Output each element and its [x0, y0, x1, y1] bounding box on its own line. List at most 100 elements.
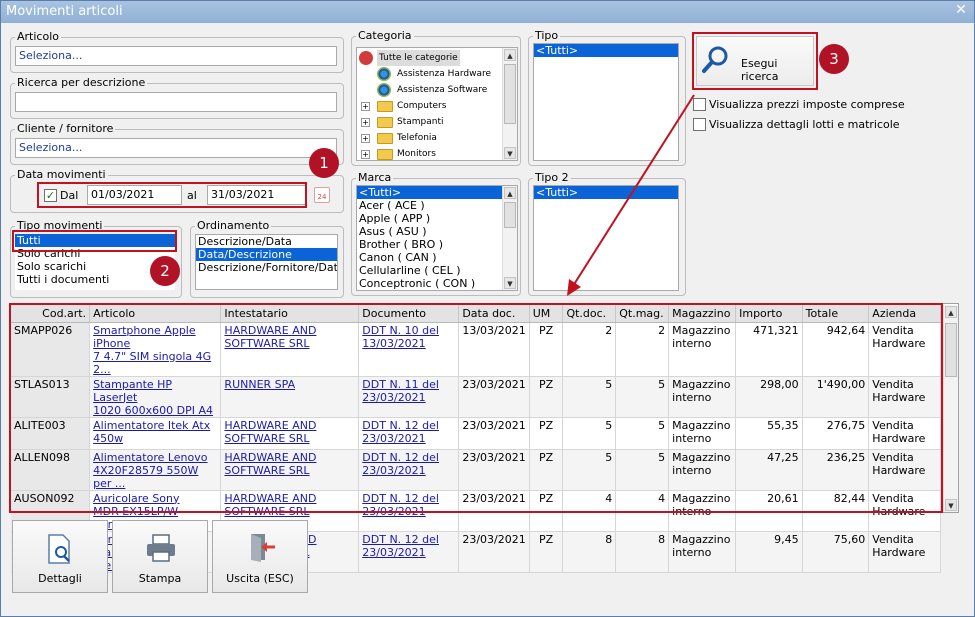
- categoria-tree[interactable]: Tutte le categorie Assistenza Hardware A…: [356, 47, 518, 161]
- prezzi-label: Visualizza prezzi imposte comprese: [709, 98, 905, 111]
- calendar-icon[interactable]: 24: [314, 187, 330, 203]
- scroll-thumb[interactable]: [504, 64, 516, 124]
- cliente-label: Cliente / fornitore: [15, 122, 116, 135]
- table-cell: 75,60: [802, 531, 870, 573]
- ordinamento-item[interactable]: Data/Descrizione: [196, 248, 337, 261]
- table-cell: 8: [615, 531, 670, 573]
- tipo-item[interactable]: <Tutti>: [534, 44, 678, 57]
- table-cell: Vendita Hardware: [868, 531, 941, 573]
- marca-item[interactable]: Cellularline ( CEL ): [357, 264, 517, 277]
- badge-2: 2: [150, 256, 180, 286]
- cell-text: Vendita: [872, 532, 914, 546]
- movimenti-window: Movimenti articoli ✕ Articolo Seleziona.…: [0, 0, 975, 617]
- folder-icon: [377, 117, 393, 128]
- highlight-box-grid: [9, 303, 943, 513]
- esegui-ricerca-button[interactable]: Esegui ricerca: [696, 36, 814, 86]
- expand-icon[interactable]: +: [361, 150, 370, 159]
- folder-icon: [377, 133, 393, 144]
- marca-item[interactable]: Conceptronic ( CON ): [357, 277, 517, 290]
- grid-scrollbar[interactable]: ▲ ▼: [943, 305, 958, 512]
- stampa-label: Stampa: [138, 572, 182, 585]
- exit-door-icon: [251, 534, 275, 562]
- folder-icon: [377, 149, 393, 160]
- cell-text: Hardware: [872, 545, 926, 559]
- category-gear-icon: [377, 67, 391, 81]
- badge-3: 3: [819, 44, 849, 74]
- articolo-group: Articolo Seleziona...: [10, 30, 344, 73]
- scroll-thumb[interactable]: [945, 323, 957, 377]
- marca-label: Marca: [356, 171, 394, 184]
- dettagli-button[interactable]: Dettagli: [12, 520, 108, 593]
- cell-text: 75,60: [833, 532, 866, 546]
- marca-item[interactable]: <Tutti>: [357, 186, 517, 199]
- highlight-box-1: [37, 182, 307, 208]
- categoria-scrollbar[interactable]: ▲ ▼: [502, 48, 517, 160]
- table-cell[interactable]: DDT N. 12 del 23/03/2021: [358, 531, 460, 573]
- cell-text: 23/03/2021: [462, 532, 526, 546]
- table-cell: 8: [562, 531, 617, 573]
- ricerca-input[interactable]: [15, 92, 337, 112]
- articolo-field[interactable]: Seleziona...: [15, 46, 337, 66]
- table-cell: 23/03/2021: [458, 531, 530, 573]
- marca-list[interactable]: <Tutti> Acer ( ACE ) Apple ( APP ) Asus …: [356, 185, 518, 291]
- scroll-down-icon[interactable]: ▼: [504, 147, 516, 159]
- category-gear-icon: [377, 83, 391, 97]
- articolo-label: Articolo: [15, 30, 61, 43]
- ordinamento-list[interactable]: Descrizione/Data Data/Descrizione Descri…: [195, 234, 338, 290]
- cell-text: PZ: [539, 532, 554, 546]
- cell-link[interactable]: DDT N. 12 del: [362, 533, 439, 546]
- ricerca-label: Ricerca per descrizione: [15, 76, 148, 89]
- search-icon: [702, 46, 728, 73]
- expand-icon[interactable]: +: [361, 102, 370, 111]
- marca-item[interactable]: Apple ( APP ): [357, 212, 517, 225]
- marca-item[interactable]: Canon ( CAN ): [357, 251, 517, 264]
- marca-scrollbar[interactable]: ▲ ▼: [502, 186, 517, 290]
- table-cell: PZ: [529, 531, 564, 573]
- tipo-label: Tipo: [533, 29, 561, 42]
- expand-icon[interactable]: +: [361, 134, 370, 143]
- cell-text: 8: [605, 532, 613, 546]
- title-bar: Movimenti articoli ✕: [1, 1, 974, 23]
- categoria-label: Categoria: [356, 29, 414, 42]
- cell-text: 9,45: [774, 532, 799, 546]
- categoria-group: Categoria Tutte le categorie Assistenza …: [351, 29, 521, 166]
- folder-icon: [377, 101, 393, 112]
- uscita-button[interactable]: Uscita (ESC): [212, 520, 308, 593]
- strawberry-icon: [359, 51, 373, 65]
- table-cell: Magazzino interno: [668, 531, 737, 573]
- ordinamento-item[interactable]: Descrizione/Data: [196, 235, 337, 248]
- scroll-down-icon[interactable]: ▼: [504, 277, 516, 289]
- esegui-ricerca-label: Esegui ricerca: [741, 57, 779, 83]
- dettagli-label: Dettagli: [38, 572, 82, 585]
- scroll-up-icon[interactable]: ▲: [504, 49, 516, 61]
- printer-icon: [147, 534, 175, 562]
- highlight-box-2: [12, 230, 177, 252]
- cell-text: Magazzino: [672, 532, 731, 546]
- marca-group: Marca <Tutti> Acer ( ACE ) Apple ( APP )…: [351, 171, 521, 296]
- table-cell: 9,45: [735, 531, 803, 573]
- expand-icon[interactable]: +: [361, 118, 370, 127]
- cell-link[interactable]: 23/03/2021: [362, 546, 425, 559]
- ordinamento-label: Ordinamento: [195, 219, 272, 232]
- cell-text: interno: [672, 545, 712, 559]
- cliente-group: Cliente / fornitore Seleziona...: [10, 122, 344, 165]
- scroll-down-icon[interactable]: ▼: [945, 499, 957, 511]
- scroll-thumb[interactable]: [504, 202, 516, 228]
- scroll-up-icon[interactable]: ▲: [504, 187, 516, 199]
- annotation-arrow: [567, 94, 695, 296]
- marca-item[interactable]: Asus ( ASU ): [357, 225, 517, 238]
- scroll-up-icon[interactable]: ▲: [945, 306, 957, 318]
- window-title: Movimenti articoli: [6, 4, 123, 19]
- ricerca-group: Ricerca per descrizione: [10, 76, 344, 119]
- marca-item[interactable]: Brother ( BRO ): [357, 238, 517, 251]
- close-icon[interactable]: ✕: [953, 3, 969, 19]
- document-search-icon: [48, 534, 70, 564]
- uscita-label: Uscita (ESC): [226, 572, 294, 585]
- stampa-button[interactable]: Stampa: [112, 520, 208, 593]
- cell-text: 8: [658, 532, 666, 546]
- marca-item[interactable]: Acer ( ACE ): [357, 199, 517, 212]
- cliente-field[interactable]: Seleziona...: [15, 138, 337, 158]
- lotti-label: Visualizza dettagli lotti e matricole: [709, 118, 900, 131]
- ordinamento-item[interactable]: Descrizione/Fornitore/Data: [196, 261, 337, 274]
- badge-1: 1: [309, 148, 339, 178]
